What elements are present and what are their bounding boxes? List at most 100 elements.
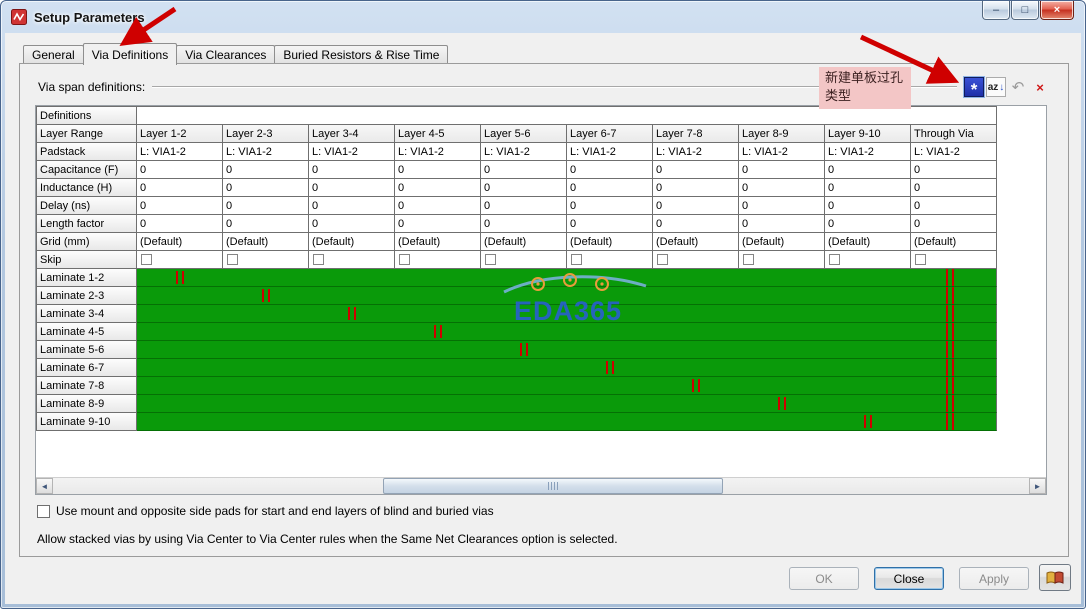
cell-delay-ns-0-9[interactable]: 0	[911, 197, 997, 215]
skip-checkbox-6[interactable]	[657, 254, 668, 265]
cell-inductance-h-0-7[interactable]: 0	[739, 179, 825, 197]
row-header-laminate-8-9[interactable]: Laminate 8-9	[37, 395, 137, 413]
cell-length-factor-0-1[interactable]: 0	[223, 215, 309, 233]
skip-checkbox-2[interactable]	[313, 254, 324, 265]
apply-button[interactable]: Apply	[959, 567, 1029, 590]
cell-inductance-h-0-8[interactable]: 0	[825, 179, 911, 197]
cell-grid-mm-default-7[interactable]: (Default)	[739, 233, 825, 251]
cell-capacitance-f-0-2[interactable]: 0	[309, 161, 395, 179]
row-header-laminate-1-2[interactable]: Laminate 1-2	[37, 269, 137, 287]
via-span-matrix-row-6[interactable]	[137, 377, 997, 395]
help-button[interactable]	[1039, 564, 1071, 591]
via-span-matrix-row-0[interactable]	[137, 269, 997, 287]
cell-length-factor-0-8[interactable]: 0	[825, 215, 911, 233]
cell-padstack-l-via1-2-4[interactable]: L: VIA1-2	[481, 143, 567, 161]
scroll-right-button[interactable]: ►	[1029, 478, 1046, 494]
column-header-layer-9-10-8[interactable]: Layer 9-10	[825, 125, 911, 143]
skip-checkbox-1[interactable]	[227, 254, 238, 265]
cell-padstack-l-via1-2-2[interactable]: L: VIA1-2	[309, 143, 395, 161]
sort-button[interactable]: az ↓	[986, 77, 1006, 97]
scrollbar-thumb[interactable]	[383, 478, 723, 494]
row-header-padstack[interactable]: Padstack	[37, 143, 137, 161]
new-via-button[interactable]: *	[964, 77, 984, 99]
column-header-layer-4-5-3[interactable]: Layer 4-5	[395, 125, 481, 143]
skip-cell-6[interactable]	[653, 251, 739, 269]
cell-inductance-h-0-3[interactable]: 0	[395, 179, 481, 197]
column-header-layer-5-6-4[interactable]: Layer 5-6	[481, 125, 567, 143]
skip-checkbox-0[interactable]	[141, 254, 152, 265]
scrollbar-track[interactable]	[53, 478, 1029, 494]
column-header-through-via-9[interactable]: Through Via	[911, 125, 997, 143]
cell-capacitance-f-0-5[interactable]: 0	[567, 161, 653, 179]
row-header-delay-ns[interactable]: Delay (ns)	[37, 197, 137, 215]
tab-buried-resistors-rise-time[interactable]: Buried Resistors & Rise Time	[274, 45, 449, 63]
column-header-layer-7-8-6[interactable]: Layer 7-8	[653, 125, 739, 143]
cell-padstack-l-via1-2-6[interactable]: L: VIA1-2	[653, 143, 739, 161]
cell-inductance-h-0-2[interactable]: 0	[309, 179, 395, 197]
cell-delay-ns-0-4[interactable]: 0	[481, 197, 567, 215]
cell-capacitance-f-0-9[interactable]: 0	[911, 161, 997, 179]
cell-capacitance-f-0-7[interactable]: 0	[739, 161, 825, 179]
skip-checkbox-8[interactable]	[829, 254, 840, 265]
skip-cell-3[interactable]	[395, 251, 481, 269]
row-header-laminate-4-5[interactable]: Laminate 4-5	[37, 323, 137, 341]
row-header-laminate-5-6[interactable]: Laminate 5-6	[37, 341, 137, 359]
cell-capacitance-f-0-8[interactable]: 0	[825, 161, 911, 179]
ok-button[interactable]: OK	[789, 567, 859, 590]
cell-length-factor-0-9[interactable]: 0	[911, 215, 997, 233]
cell-length-factor-0-3[interactable]: 0	[395, 215, 481, 233]
via-span-matrix-row-2[interactable]	[137, 305, 997, 323]
cell-inductance-h-0-9[interactable]: 0	[911, 179, 997, 197]
group-header-definitions[interactable]: Definitions	[37, 107, 137, 125]
column-header-layer-1-2-0[interactable]: Layer 1-2	[137, 125, 223, 143]
skip-cell-5[interactable]	[567, 251, 653, 269]
close-button[interactable]: ×	[1040, 1, 1074, 20]
skip-cell-7[interactable]	[739, 251, 825, 269]
skip-cell-1[interactable]	[223, 251, 309, 269]
cell-grid-mm-default-5[interactable]: (Default)	[567, 233, 653, 251]
row-header-laminate-3-4[interactable]: Laminate 3-4	[37, 305, 137, 323]
cell-padstack-l-via1-2-5[interactable]: L: VIA1-2	[567, 143, 653, 161]
cell-grid-mm-default-1[interactable]: (Default)	[223, 233, 309, 251]
via-span-matrix-row-5[interactable]	[137, 359, 997, 377]
cell-length-factor-0-7[interactable]: 0	[739, 215, 825, 233]
cell-delay-ns-0-6[interactable]: 0	[653, 197, 739, 215]
cell-padstack-l-via1-2-3[interactable]: L: VIA1-2	[395, 143, 481, 161]
cell-capacitance-f-0-1[interactable]: 0	[223, 161, 309, 179]
cell-padstack-l-via1-2-8[interactable]: L: VIA1-2	[825, 143, 911, 161]
skip-checkbox-7[interactable]	[743, 254, 754, 265]
cell-delay-ns-0-1[interactable]: 0	[223, 197, 309, 215]
column-header-layer-8-9-7[interactable]: Layer 8-9	[739, 125, 825, 143]
cell-length-factor-0-2[interactable]: 0	[309, 215, 395, 233]
cell-padstack-l-via1-2-9[interactable]: L: VIA1-2	[911, 143, 997, 161]
cell-length-factor-0-5[interactable]: 0	[567, 215, 653, 233]
cell-delay-ns-0-3[interactable]: 0	[395, 197, 481, 215]
cell-padstack-l-via1-2-7[interactable]: L: VIA1-2	[739, 143, 825, 161]
column-header-layer-6-7-5[interactable]: Layer 6-7	[567, 125, 653, 143]
skip-checkbox-4[interactable]	[485, 254, 496, 265]
cell-padstack-l-via1-2-0[interactable]: L: VIA1-2	[137, 143, 223, 161]
skip-checkbox-9[interactable]	[915, 254, 926, 265]
cell-length-factor-0-0[interactable]: 0	[137, 215, 223, 233]
row-header-skip[interactable]: Skip	[37, 251, 137, 269]
via-span-matrix-row-4[interactable]	[137, 341, 997, 359]
cell-length-factor-0-4[interactable]: 0	[481, 215, 567, 233]
cell-inductance-h-0-4[interactable]: 0	[481, 179, 567, 197]
cell-grid-mm-default-0[interactable]: (Default)	[137, 233, 223, 251]
row-header-laminate-6-7[interactable]: Laminate 6-7	[37, 359, 137, 377]
cell-delay-ns-0-5[interactable]: 0	[567, 197, 653, 215]
row-header-layer-range[interactable]: Layer Range	[37, 125, 137, 143]
cell-capacitance-f-0-4[interactable]: 0	[481, 161, 567, 179]
row-header-laminate-9-10[interactable]: Laminate 9-10	[37, 413, 137, 431]
cell-padstack-l-via1-2-1[interactable]: L: VIA1-2	[223, 143, 309, 161]
row-header-laminate-7-8[interactable]: Laminate 7-8	[37, 377, 137, 395]
maximize-button[interactable]: □	[1011, 1, 1039, 20]
minimize-button[interactable]: –	[982, 1, 1010, 20]
delete-via-button[interactable]: ×	[1030, 77, 1050, 97]
cell-inductance-h-0-5[interactable]: 0	[567, 179, 653, 197]
pads-checkbox[interactable]	[37, 504, 50, 518]
cell-grid-mm-default-8[interactable]: (Default)	[825, 233, 911, 251]
undo-button[interactable]: ↶	[1008, 77, 1028, 97]
row-header-grid-mm[interactable]: Grid (mm)	[37, 233, 137, 251]
skip-cell-9[interactable]	[911, 251, 997, 269]
